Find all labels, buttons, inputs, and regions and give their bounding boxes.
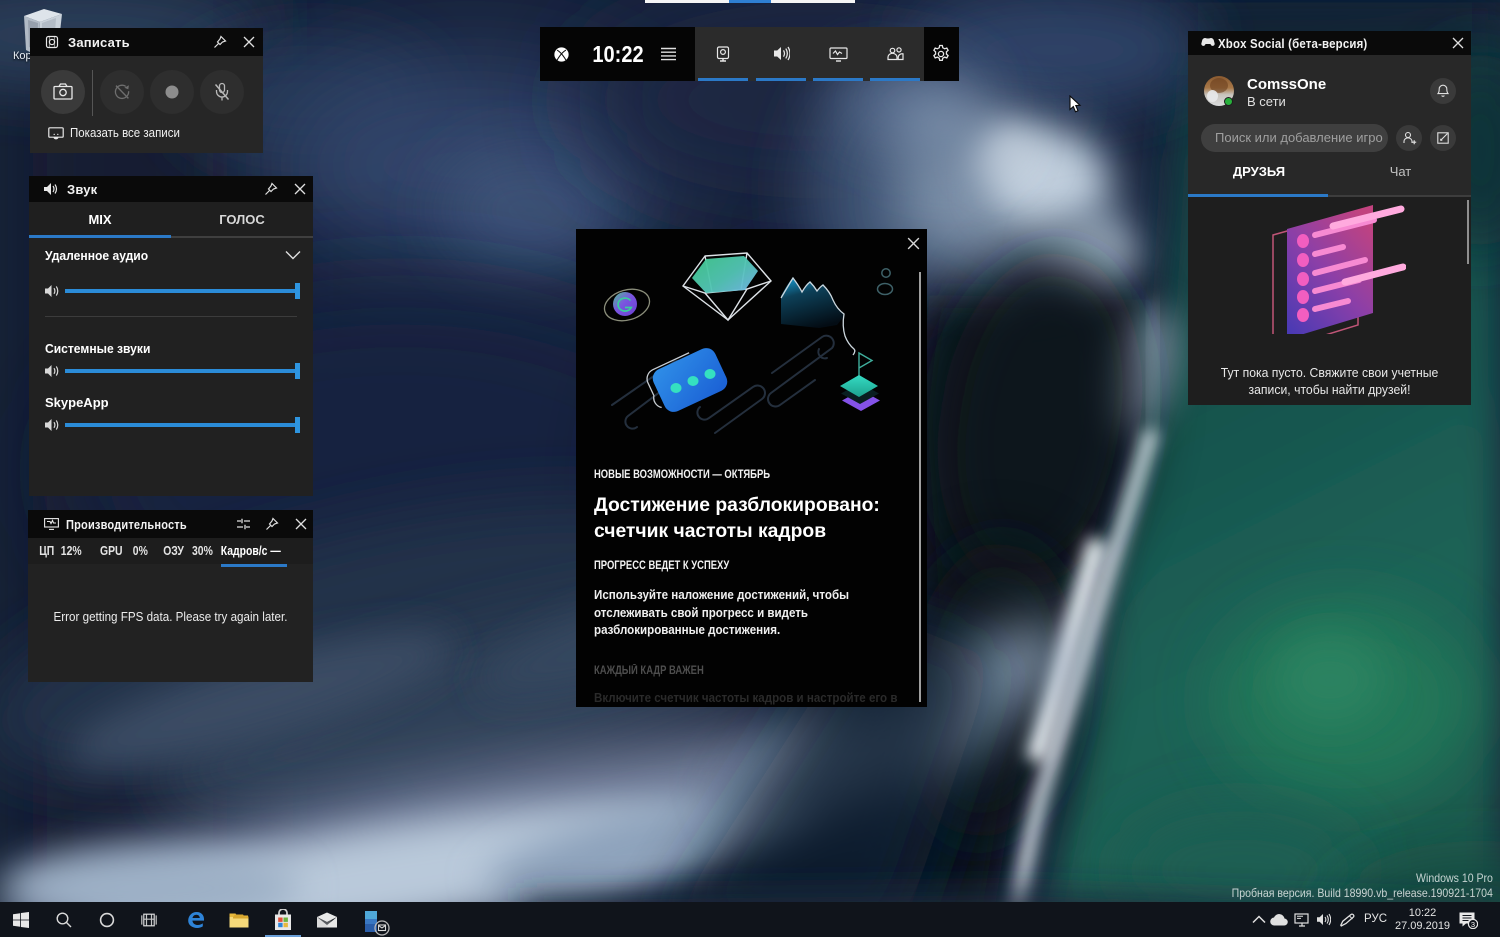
svg-text:3: 3 <box>1471 920 1475 929</box>
